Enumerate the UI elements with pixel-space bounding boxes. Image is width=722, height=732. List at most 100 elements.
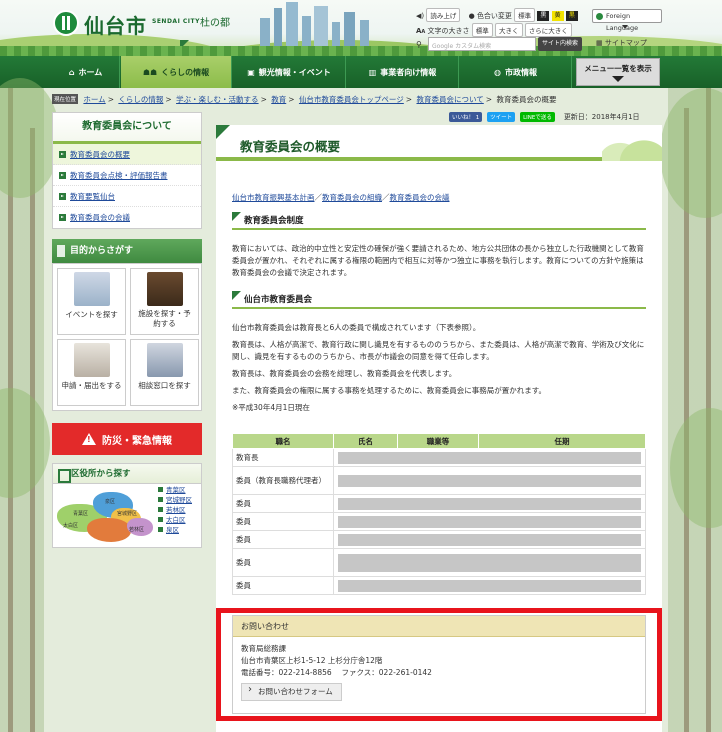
- nav-home-label: ホーム: [78, 67, 103, 77]
- contact-department: 教育局総務課: [241, 644, 286, 653]
- color-yellow-button[interactable]: 黄: [551, 11, 564, 21]
- facebook-like-button[interactable]: いいね！ 1: [449, 112, 483, 122]
- related-link[interactable]: 教育委員会の会議: [390, 193, 450, 202]
- disaster-info-button[interactable]: 防災・緊急情報: [52, 423, 202, 455]
- related-link[interactable]: 仙台市教育振興基本計画: [232, 193, 315, 202]
- map-label: 泉区: [105, 499, 116, 505]
- warning-icon: [82, 433, 96, 445]
- updated-date: 更新日：2018年4月1日: [563, 113, 640, 121]
- page-title: 教育委員会の概要: [240, 139, 341, 154]
- breadcrumb-item[interactable]: くらしの情報: [118, 95, 163, 104]
- section-menu: 教育委員会について 教育委員会の概要 教育委員会点検・評価報告書 教育要覧仙台 …: [52, 112, 202, 229]
- column-header: 職名: [232, 433, 334, 449]
- ward-office-box: 区役所から探す 青葉区 泉区 宮城野区 若林区 太白区 青葉区 宮城野区 若林区…: [52, 463, 202, 548]
- sidebar-item-education-handbook[interactable]: 教育要覧仙台: [53, 186, 201, 207]
- color-black-yellow-button[interactable]: 黒: [565, 11, 578, 21]
- nav-shisei[interactable]: ◍ 市政情報: [460, 56, 572, 88]
- search-input[interactable]: Google カスタム検索: [428, 37, 536, 51]
- application-photo: [73, 343, 110, 377]
- menu-list-button[interactable]: メニュー一覧を表示: [576, 58, 660, 86]
- size-largest-button[interactable]: さらに大きく: [524, 23, 572, 37]
- sidebar-item-overview[interactable]: 教育委員会の概要: [53, 144, 201, 165]
- tile-applications[interactable]: 申請・届出をする: [57, 339, 126, 406]
- role-cell: 委員: [232, 576, 334, 595]
- role-cell: 委員（教育長職務代理者）: [232, 466, 334, 495]
- search-icon: ⚲: [416, 40, 422, 49]
- ward-link-wakabayashi[interactable]: 若林区: [158, 505, 192, 515]
- page-title-bar: 教育委員会の概要: [216, 125, 662, 161]
- date-note: ※平成30年4月1日現在: [232, 403, 310, 412]
- column-header: 職業等: [397, 433, 479, 449]
- section-text: 教育長は、人格が高潔で、教育行政に関し識見を有するもののうちから、また委員は、人…: [232, 340, 645, 361]
- camera-icon: ▣: [247, 67, 255, 77]
- global-nav: ⌂ ホーム ☗☗ くらしの情報 ▣ 観光情報・イベント ▥ 事業者向け情報 ◍ …: [0, 56, 722, 88]
- foreign-language-button[interactable]: Foreign Language: [592, 9, 662, 32]
- table-row: 教育長: [232, 448, 646, 467]
- sidebar-item-evaluation-report[interactable]: 教育委員会点検・評価報告書: [53, 165, 201, 186]
- redacted-cell: [333, 530, 646, 549]
- city-emblem-icon: [53, 10, 79, 36]
- ward-link-izumi[interactable]: 泉区: [158, 525, 192, 535]
- ward-map[interactable]: 青葉区 泉区 宮城野区 若林区 太白区: [57, 488, 157, 542]
- table-row: 委員: [232, 530, 646, 549]
- purpose-tiles: イベントを探す 施設を探す・予約する 申請・届出をする 相談窓口を探す: [52, 263, 202, 411]
- tweet-button[interactable]: ツイート: [487, 112, 516, 122]
- role-cell: 委員: [232, 530, 334, 549]
- city-skyline-illustration: [250, 0, 410, 46]
- site-search-button[interactable]: サイト内検索: [538, 37, 582, 51]
- breadcrumb-item[interactable]: 仙台市教育委員会トップページ: [299, 95, 404, 104]
- tile-label: 施設を探す・予約する: [138, 309, 191, 328]
- section-text: 教育長は、教育委員会の会務を総理し、教育委員会を代表します。: [232, 369, 457, 378]
- palette-icon: ●: [468, 12, 475, 20]
- sitemap-link[interactable]: ▦ サイトマップ: [596, 38, 647, 48]
- read-aloud-button[interactable]: 読み上げ: [426, 8, 461, 22]
- color-standard-button[interactable]: 標準: [514, 8, 536, 22]
- nav-kurashi[interactable]: ☗☗ くらしの情報: [121, 56, 232, 88]
- table-row: 委員: [232, 494, 646, 513]
- nav-shisei-label: 市政情報: [504, 67, 537, 77]
- section-heading: 教育委員会制度: [232, 212, 646, 230]
- building-icon: ▥: [368, 67, 377, 77]
- breadcrumb-item[interactable]: ホーム: [83, 95, 105, 104]
- inquiry-form-button[interactable]: お問い合わせフォーム: [241, 683, 342, 701]
- chevron-down-icon: [622, 25, 628, 29]
- tile-consultation[interactable]: 相談窓口を探す: [130, 339, 199, 406]
- speaker-icon: ◀): [416, 12, 425, 20]
- table-header-row: 職名 氏名 職業等 任期: [232, 433, 646, 449]
- map-label: 若林区: [129, 527, 145, 533]
- table-row: 委員（教育長職務代理者）: [232, 466, 646, 495]
- breadcrumb-item[interactable]: 教育: [271, 95, 286, 104]
- table-row: 委員: [232, 512, 646, 531]
- section-text: また、教育委員会の権限に属する事務を処理するために、教育委員会に事務局が置かれま…: [232, 386, 547, 395]
- contact-heading: お問い合わせ: [233, 616, 645, 637]
- menu-list-label: メニュー一覧を表示: [584, 64, 652, 73]
- ward-link-miyagino[interactable]: 宮城野区: [158, 495, 192, 505]
- breadcrumb: 現在位置 ホーム > くらしの情報 > 学ぶ・楽しむ・活動する > 教育 > 仙台市教育…: [52, 94, 557, 104]
- tile-events[interactable]: イベントを探す: [57, 268, 126, 335]
- tile-facilities[interactable]: 施設を探す・予約する: [130, 268, 199, 335]
- logo-city-name-en: SENDAI CITY: [152, 18, 200, 25]
- ward-link-aoba[interactable]: 青葉区: [158, 485, 192, 495]
- breadcrumb-item[interactable]: 学ぶ・楽しむ・活動する: [176, 95, 259, 104]
- related-link[interactable]: 教育委員会の組織: [322, 193, 382, 202]
- home-icon: ⌂: [68, 67, 75, 77]
- nav-jigyosha[interactable]: ▥ 事業者向け情報: [347, 56, 459, 88]
- redacted-cell: [333, 512, 646, 531]
- nav-home[interactable]: ⌂ ホーム: [52, 56, 120, 88]
- color-black-button[interactable]: 黒: [537, 11, 550, 21]
- map-label: 太白区: [63, 523, 79, 529]
- nav-kanko[interactable]: ▣ 観光情報・イベント: [233, 56, 346, 88]
- column-header: 氏名: [333, 433, 398, 449]
- city-emblem-icon: ◍: [494, 67, 501, 77]
- line-share-button[interactable]: LINEで送る: [520, 112, 555, 122]
- redacted-cell: [333, 548, 646, 577]
- ward-link-taihaku[interactable]: 太白区: [158, 515, 192, 525]
- map-label: 青葉区: [73, 511, 89, 517]
- size-larger-button[interactable]: 大きく: [495, 23, 523, 37]
- map-label: 宮城野区: [117, 511, 138, 517]
- sidebar-item-meetings[interactable]: 教育委員会の会議: [53, 207, 201, 228]
- breadcrumb-item[interactable]: 教育委員会について: [416, 95, 483, 104]
- size-standard-button[interactable]: 標準: [471, 23, 493, 37]
- ward-office-label: 区役所から探す: [71, 469, 131, 479]
- role-cell: 委員: [232, 548, 334, 577]
